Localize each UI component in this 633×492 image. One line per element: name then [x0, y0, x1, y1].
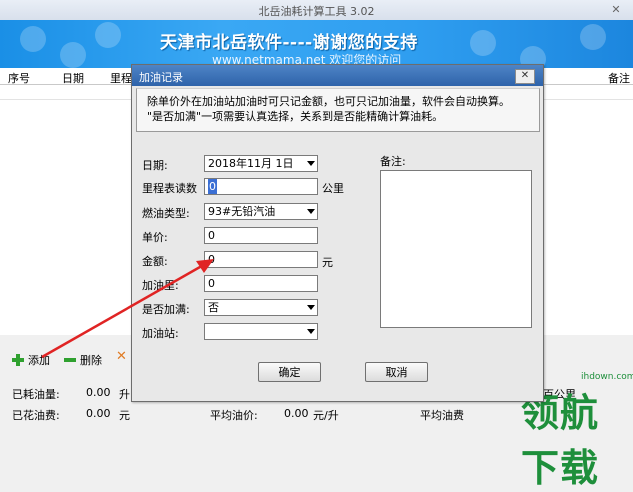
amount-value: 0 [208, 253, 215, 266]
delete-button-label: 删除 [80, 354, 102, 367]
fuel-used-label: 已耗油量: [12, 388, 60, 401]
date-picker[interactable]: 2018年11月 1日 [204, 155, 318, 172]
avg-price-value: 0.00 [284, 407, 309, 420]
unit-price-field[interactable]: 0 [204, 227, 318, 244]
chevron-down-icon[interactable] [306, 207, 315, 216]
banner-decoration [60, 42, 86, 68]
banner-decoration [95, 22, 121, 48]
odometer-label: 里程表读数 [142, 182, 197, 195]
banner-decoration [20, 26, 46, 52]
column-header-notes[interactable]: 备注 [608, 70, 630, 86]
unit-price-value: 0 [208, 229, 215, 242]
date-value: 2018年11月 1日 [208, 157, 294, 170]
fuel-type-value: 93#无铅汽油 [208, 205, 276, 218]
chevron-down-icon[interactable] [306, 159, 315, 168]
minus-icon [64, 354, 76, 366]
banner: 天津市北岳软件----谢谢您的支持 www.netmama.net 欢迎您的访问 [0, 20, 633, 68]
fuel-volume-field[interactable]: 0 [204, 275, 318, 292]
full-tank-value: 否 [208, 301, 219, 314]
odometer-value: 0 [208, 179, 217, 194]
dialog-title: 加油记录 [139, 71, 183, 84]
amount-label: 金额: [142, 255, 168, 268]
add-button[interactable]: 添加 [12, 352, 50, 368]
notes-label: 备注: [380, 155, 406, 168]
plus-icon [12, 354, 24, 366]
spent-label: 已花油费: [12, 409, 60, 422]
chevron-down-icon[interactable] [306, 327, 315, 336]
column-header-index[interactable]: 序号 [8, 70, 30, 86]
odometer-unit: 公里 [322, 182, 344, 195]
unit-price-label: 单价: [142, 231, 168, 244]
spent-value: 0.00 [86, 407, 111, 420]
amount-unit: 元 [322, 256, 333, 269]
date-label: 日期: [142, 159, 168, 172]
notice-line-1: 除单价外在加油站加油时可只记金额，也可只记加油量，软件会自动换算。 [147, 95, 510, 108]
watermark-url: ihdown.com [581, 372, 633, 382]
close-icon[interactable]: ✕ [515, 69, 535, 84]
notes-input[interactable] [381, 171, 535, 331]
fuel-volume-value: 0 [208, 277, 215, 290]
fuel-type-select[interactable]: 93#无铅汽油 [204, 203, 318, 220]
ok-button[interactable]: 确定 [258, 362, 321, 382]
fuel-used-value: 0.00 [86, 386, 111, 399]
dialog-notice: 除单价外在加油站加油时可只记金额，也可只记加油量，软件会自动换算。 "是否加满"… [136, 88, 540, 132]
dialog-titlebar[interactable]: 加油记录 ✕ [132, 65, 543, 86]
main-window-title: 北岳油耗计算工具 3.02 [258, 5, 375, 18]
fuel-volume-label: 加油里: [142, 279, 179, 292]
chevron-down-icon[interactable] [306, 303, 315, 312]
station-label: 加油站: [142, 327, 179, 340]
avg-price-unit: 元/升 [313, 409, 339, 422]
amount-field[interactable]: 0 [204, 251, 318, 268]
add-button-label: 添加 [28, 354, 50, 367]
banner-decoration [470, 30, 496, 56]
main-titlebar: 北岳油耗计算工具 3.02 ✕ [0, 0, 633, 21]
fuel-record-dialog: 加油记录 ✕ 除单价外在加油站加油时可只记金额，也可只记加油量，软件会自动换算。… [131, 64, 544, 402]
column-header-date[interactable]: 日期 [62, 70, 84, 86]
spent-unit: 元 [119, 409, 130, 422]
odometer-field[interactable]: 0 [204, 178, 318, 195]
avg-price-label: 平均油价: [210, 409, 258, 422]
fuel-type-label: 燃油类型: [142, 207, 190, 220]
notice-line-2: "是否加满"一项需要认真选择，关系到是否能精确计算油耗。 [147, 110, 444, 123]
banner-title: 天津市北岳软件----谢谢您的支持 [160, 33, 418, 53]
cancel-button[interactable]: 取消 [365, 362, 428, 382]
station-select[interactable] [204, 323, 318, 340]
full-tank-select[interactable]: 否 [204, 299, 318, 316]
banner-decoration [580, 24, 606, 50]
delete-button[interactable]: 删除 [64, 352, 102, 368]
column-header-mileage[interactable]: 里程 [110, 70, 132, 86]
notes-textarea[interactable] [380, 170, 535, 331]
tool-icon[interactable]: ✕ [116, 349, 127, 365]
main-close-icon[interactable]: ✕ [605, 2, 627, 17]
full-tank-label: 是否加满: [142, 303, 190, 316]
fuel-used-unit: 升 [119, 388, 130, 401]
